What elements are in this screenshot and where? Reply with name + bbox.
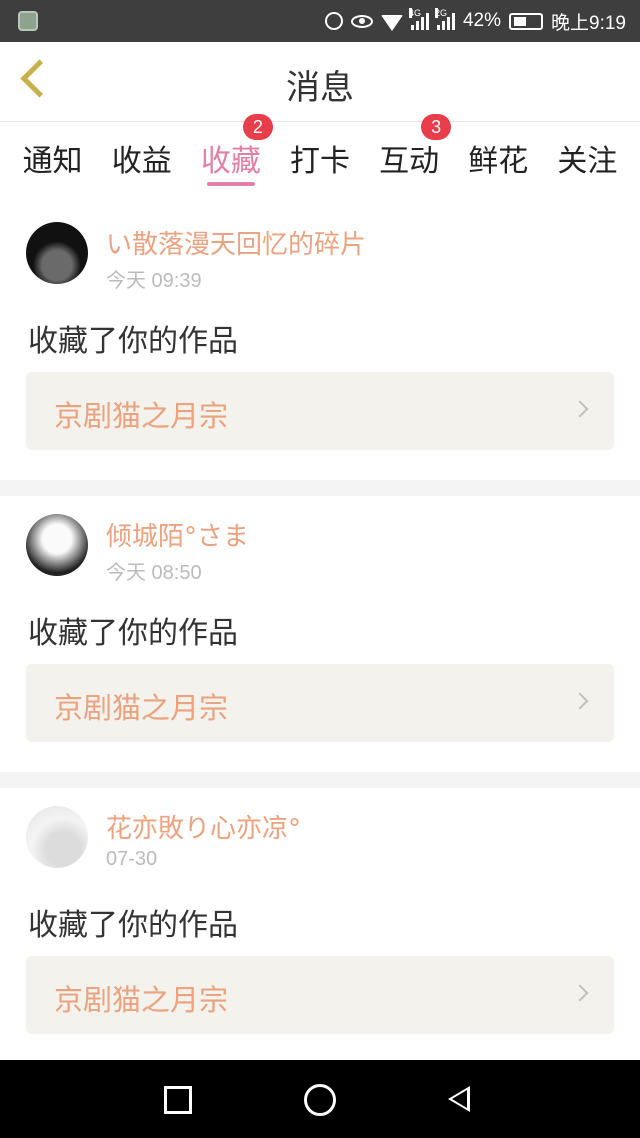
- timestamp: 07-30: [106, 848, 158, 870]
- battery-icon: [509, 12, 544, 30]
- avatar[interactable]: [26, 514, 88, 576]
- wifi-icon: [380, 15, 403, 31]
- unread-badge: 2: [242, 114, 273, 140]
- work-link[interactable]: 京剧猫之月宗: [26, 372, 614, 450]
- alarm-icon: [324, 12, 343, 30]
- tab-label: 打卡: [289, 144, 350, 179]
- tab-label: 收藏: [200, 144, 261, 179]
- tab-favorites[interactable]: 收藏 2: [191, 114, 273, 204]
- message-feed: い散落漫天回忆的碎片 今天 09:39 收藏了你的作品 京剧猫之月宗 倾城陌°さ…: [0, 204, 640, 1080]
- signal-2g-icon: 2G: [434, 8, 455, 30]
- tab-label: 鲜花: [468, 144, 529, 179]
- system-nav-bar: [0, 1060, 640, 1138]
- work-title: 京剧猫之月宗: [54, 691, 229, 725]
- tab-label: 收益: [111, 144, 172, 179]
- tab-bar: 通知 收益 收藏 2 打卡 互动 3 鲜花 关注: [0, 114, 640, 204]
- page-header: 消息: [0, 42, 640, 122]
- list-item: 倾城陌°さま 今天 08:50 收藏了你的作品 京剧猫之月宗: [0, 496, 640, 772]
- home-icon[interactable]: [300, 1080, 340, 1120]
- chevron-right-icon: [571, 400, 589, 418]
- work-link[interactable]: 京剧猫之月宗: [26, 956, 614, 1034]
- timestamp: 今天 09:39: [106, 270, 202, 292]
- battery-percent: 42%: [462, 10, 502, 31]
- list-item: 花亦敗り心亦凉° 07-30 收藏了你的作品 京剧猫之月宗: [0, 788, 640, 1064]
- back-triangle-icon[interactable]: [442, 1080, 482, 1120]
- work-title: 京剧猫之月宗: [54, 399, 229, 433]
- avatar[interactable]: [26, 806, 88, 868]
- action-text: 收藏了你的作品: [28, 324, 238, 359]
- chevron-right-icon: [571, 984, 589, 1002]
- username[interactable]: 倾城陌°さま: [106, 516, 249, 553]
- username[interactable]: 花亦敗り心亦凉°: [106, 808, 301, 845]
- tab-checkin[interactable]: 打卡: [280, 122, 360, 204]
- app-notification-icon: [18, 11, 38, 31]
- tab-interaction[interactable]: 互动 3: [369, 114, 452, 204]
- tab-notifications[interactable]: 通知: [13, 122, 93, 204]
- tab-follow[interactable]: 关注: [547, 122, 627, 204]
- tab-earnings[interactable]: 收益: [102, 122, 182, 204]
- page-title: 消息: [286, 68, 354, 108]
- work-link[interactable]: 京剧猫之月宗: [26, 664, 614, 742]
- username[interactable]: い散落漫天回忆的碎片: [106, 224, 366, 261]
- unread-badge: 3: [421, 114, 452, 140]
- tab-label: 通知: [22, 144, 83, 179]
- clock: 晚上9:19: [551, 12, 626, 34]
- active-tab-indicator: [206, 182, 255, 186]
- action-text: 收藏了你的作品: [28, 908, 238, 943]
- signal-4g-icon: 4G: [408, 8, 429, 30]
- status-bar: 4G 2G 42% 晚上9:19: [0, 0, 640, 42]
- status-icons: 4G 2G 42% 晚上9:19: [324, 0, 626, 42]
- work-title: 京剧猫之月宗: [54, 983, 229, 1017]
- tab-label: 互动: [379, 144, 440, 179]
- action-text: 收藏了你的作品: [28, 616, 238, 651]
- avatar[interactable]: [26, 222, 88, 284]
- timestamp: 今天 08:50: [106, 562, 202, 584]
- tab-flowers[interactable]: 鲜花: [458, 122, 538, 204]
- chevron-right-icon: [571, 692, 589, 710]
- tab-label: 关注: [557, 144, 618, 179]
- eye-comfort-icon: [350, 14, 373, 28]
- list-item: い散落漫天回忆的碎片 今天 09:39 收藏了你的作品 京剧猫之月宗: [0, 204, 640, 480]
- recent-apps-icon[interactable]: [158, 1080, 198, 1120]
